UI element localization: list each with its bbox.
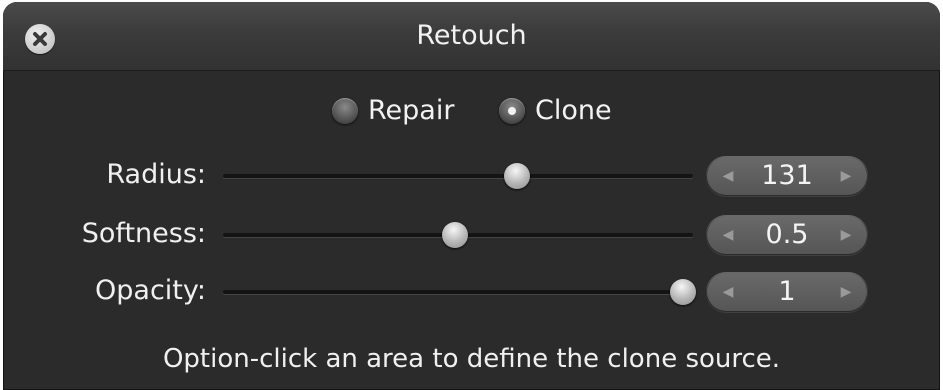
radius-slider-thumb[interactable] (504, 163, 531, 189)
softness-label: Softness: (81, 218, 206, 249)
triangle-right-icon[interactable]: ▶ (828, 156, 864, 196)
triangle-left-icon[interactable]: ◀ (710, 215, 746, 255)
retouch-panel: Retouch Repair Clone Radius: ◀ 131 ▶ Sof… (3, 2, 940, 390)
softness-row: Softness: ◀ 0.5 ▶ (3, 209, 940, 259)
radio-button-icon (332, 98, 358, 124)
title-bar[interactable]: Retouch (3, 2, 940, 71)
window-title: Retouch (416, 20, 527, 51)
mode-selector: Repair Clone (3, 90, 940, 130)
triangle-left-icon[interactable]: ◀ (710, 272, 746, 312)
triangle-right-icon[interactable]: ▶ (828, 272, 864, 312)
radius-stepper: ◀ 131 ▶ (706, 156, 868, 196)
softness-slider-thumb[interactable] (442, 222, 469, 248)
opacity-label: Opacity: (95, 275, 206, 306)
softness-stepper: ◀ 0.5 ▶ (706, 215, 868, 255)
opacity-stepper: ◀ 1 ▶ (706, 272, 868, 312)
radius-label: Radius: (106, 159, 206, 190)
opacity-slider-thumb[interactable] (670, 279, 696, 305)
radio-button-selected-icon (499, 98, 525, 124)
opacity-value[interactable]: 1 (746, 272, 828, 312)
radio-repair-label: Repair (368, 95, 455, 126)
radio-clone-label: Clone (535, 95, 612, 126)
softness-value[interactable]: 0.5 (746, 215, 828, 255)
radius-slider-track[interactable] (223, 174, 693, 178)
radius-row: Radius: ◀ 131 ▶ (3, 150, 940, 200)
clone-hint-text: Option-click an area to define the clone… (162, 344, 781, 374)
triangle-left-icon[interactable]: ◀ (710, 156, 746, 196)
opacity-slider-track[interactable] (223, 290, 693, 294)
triangle-right-icon[interactable]: ▶ (828, 215, 864, 255)
opacity-row: Opacity: ◀ 1 ▶ (3, 266, 940, 316)
radius-value[interactable]: 131 (746, 156, 828, 196)
